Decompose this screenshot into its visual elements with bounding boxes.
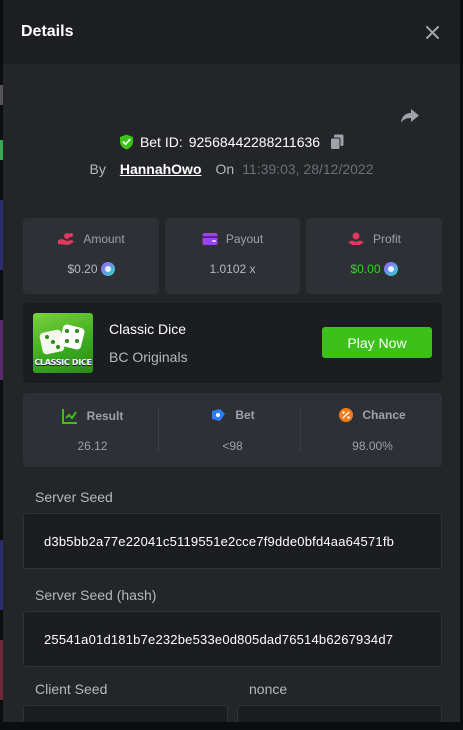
shield-check-icon xyxy=(119,134,133,150)
server-seed-hash-field[interactable]: 25541a01d181b7e232be533e0d805dad76514b62… xyxy=(23,611,442,667)
client-seed-label: Client Seed xyxy=(35,681,108,697)
nonce-field[interactable] xyxy=(237,705,442,722)
profit-hand-icon xyxy=(347,232,364,245)
bet-id-label: Bet ID: xyxy=(139,134,183,150)
on-label: On xyxy=(215,161,235,177)
close-icon xyxy=(425,25,439,39)
copy-icon[interactable] xyxy=(330,134,344,150)
bet-author-row: By HannahOwo On 11:39:03, 28/12/2022 xyxy=(3,161,460,177)
chance-value: 98.00% xyxy=(352,439,393,453)
bet-timestamp: 11:39:03, 28/12/2022 xyxy=(242,161,374,177)
user-link[interactable]: HannahOwo xyxy=(120,161,202,177)
bet-label: Bet xyxy=(235,408,255,422)
share-icon xyxy=(401,109,419,123)
payout-value: 1.0102 x xyxy=(209,262,256,276)
result-label: Result xyxy=(86,409,124,423)
bet-value: <98 xyxy=(222,439,243,453)
server-seed-value: d3b5bb2a77e22041c5119551e2cce7f9dde0bfd4… xyxy=(44,534,395,549)
client-seed-field[interactable] xyxy=(23,705,228,722)
bet-column: Bet <98 xyxy=(163,393,302,467)
result-card: Result 26.12 Bet <98 Chance 98.00% xyxy=(23,393,442,467)
chance-column: Chance 98.00% xyxy=(303,393,442,467)
server-seed-label: Server Seed xyxy=(35,489,113,505)
profit-value: $0.00 xyxy=(350,262,381,276)
amount-label: Amount xyxy=(83,232,125,246)
modal-header: Details xyxy=(3,0,460,64)
server-seed-field[interactable]: d3b5bb2a77e22041c5119551e2cce7f9dde0bfd4… xyxy=(23,513,442,569)
chance-label: Chance xyxy=(362,408,406,422)
bet-details-modal: Details Bet ID: 92568442288211636 By Han… xyxy=(3,0,460,722)
result-column: Result 26.12 xyxy=(23,393,162,467)
currency-coin-icon xyxy=(383,262,398,276)
bet-id-value: 92568442288211636 xyxy=(188,134,321,150)
amount-value: $0.20 xyxy=(67,262,98,276)
by-label: By xyxy=(89,161,106,177)
profit-card: Profit $0.00 xyxy=(306,218,442,294)
profit-label: Profit xyxy=(372,232,401,246)
result-divider xyxy=(158,407,159,451)
nonce-label: nonce xyxy=(249,681,288,697)
result-chart-icon xyxy=(61,409,77,424)
game-thumbnail[interactable]: CLASSIC DICE xyxy=(33,313,93,373)
share-button[interactable] xyxy=(398,104,422,128)
payout-label: Payout xyxy=(225,232,264,246)
bet-id-row: Bet ID: 92568442288211636 xyxy=(3,134,460,150)
game-card: CLASSIC DICE Classic Dice BC Originals P… xyxy=(23,303,442,383)
percent-icon xyxy=(339,408,354,422)
play-now-button[interactable]: Play Now xyxy=(322,327,432,358)
wallet-icon xyxy=(202,233,218,245)
coins-hand-icon xyxy=(58,233,75,245)
bet-ticket-icon xyxy=(212,409,226,421)
game-provider: BC Originals xyxy=(109,349,188,365)
result-value: 26.12 xyxy=(77,439,108,453)
game-thumbnail-label: CLASSIC DICE xyxy=(34,358,92,367)
amount-card: Amount $0.20 xyxy=(23,218,159,294)
result-divider xyxy=(300,407,301,451)
payout-card: Payout 1.0102 x xyxy=(165,218,300,294)
server-seed-hash-value: 25541a01d181b7e232be533e0d805dad76514b62… xyxy=(44,632,394,647)
modal-title: Details xyxy=(21,23,74,40)
currency-coin-icon xyxy=(100,262,115,276)
server-seed-hash-label: Server Seed (hash) xyxy=(35,587,157,603)
close-button[interactable] xyxy=(420,20,444,44)
game-name: Classic Dice xyxy=(109,321,187,337)
